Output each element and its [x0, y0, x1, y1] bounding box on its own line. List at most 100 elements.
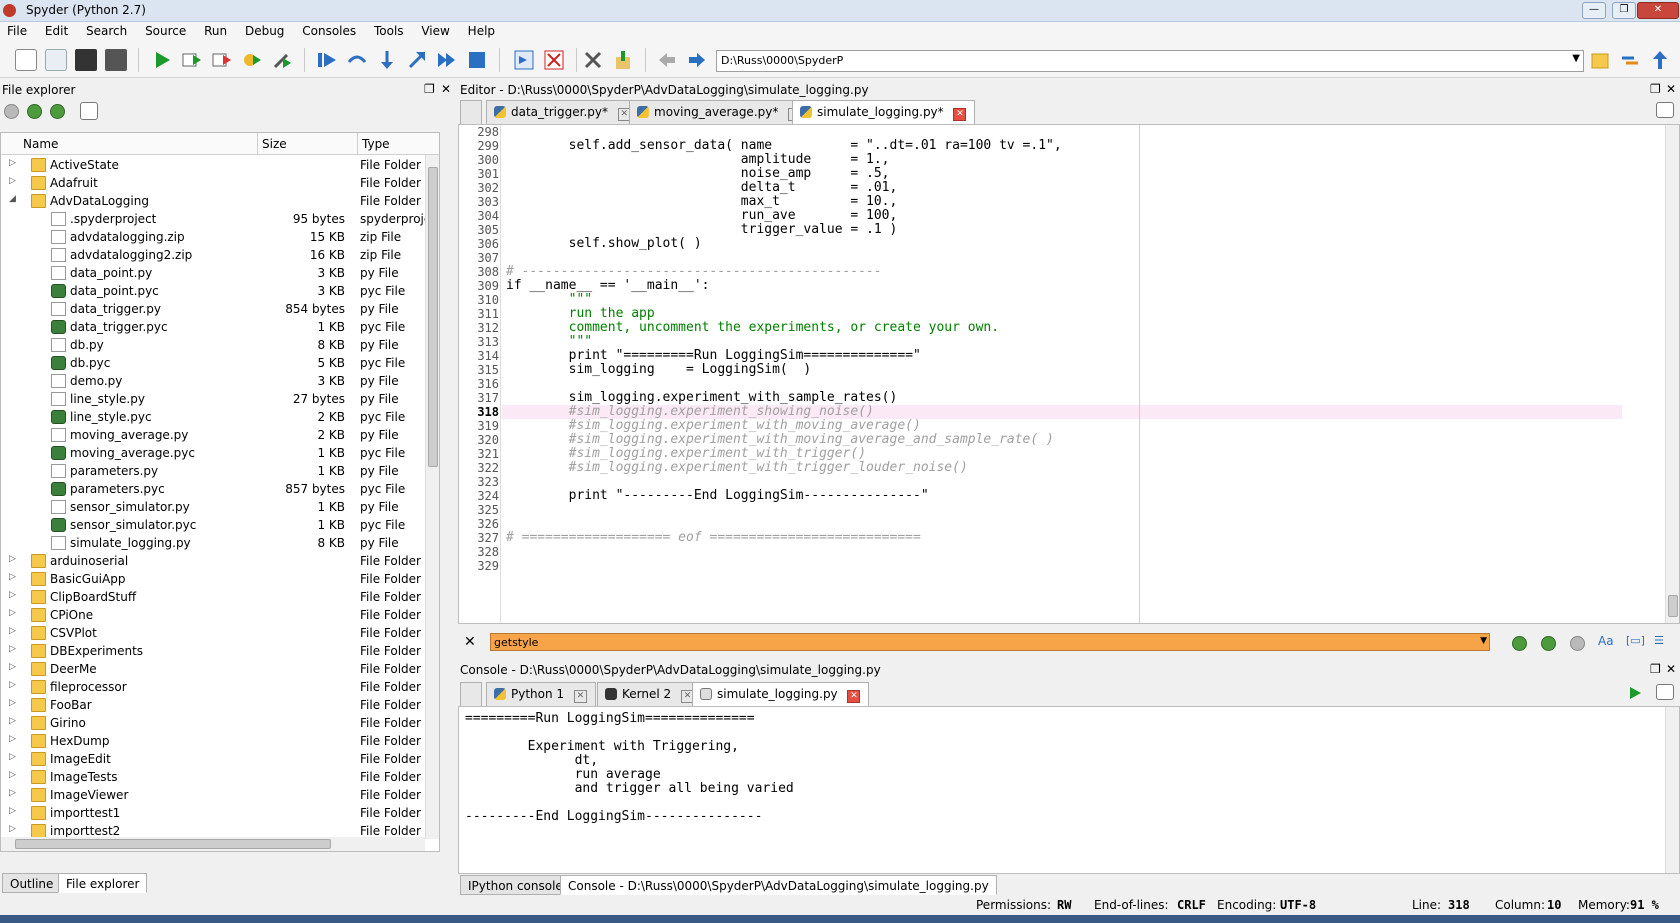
close-button[interactable]: ✕	[1637, 2, 1679, 19]
console-output[interactable]: =========Run LoggingSim============== Ex…	[458, 706, 1680, 874]
file-tree-row[interactable]: ▷ FooBar File Folder	[1, 696, 439, 714]
back-arrow-icon[interactable]	[656, 49, 678, 71]
collapsed-arrow-icon[interactable]: ▷	[9, 644, 16, 654]
collapsed-arrow-icon[interactable]: ▷	[9, 158, 16, 168]
file-tree-row[interactable]: ▷ ActiveState File Folder	[1, 156, 439, 174]
menu-view[interactable]: View	[414, 22, 456, 40]
whole-word-icon[interactable]: [▭]	[1626, 634, 1645, 647]
scroll-thumb[interactable]	[428, 167, 438, 467]
browse-tabs-icon[interactable]	[460, 100, 482, 124]
collapsed-arrow-icon[interactable]: ▷	[9, 806, 16, 816]
file-tree-row[interactable]: ▷ ImageViewer File Folder	[1, 786, 439, 804]
undock-icon[interactable]: ❐	[1650, 662, 1661, 676]
close-tab-icon[interactable]: ✕	[847, 690, 861, 703]
file-tree-hscroll[interactable]	[1, 837, 425, 851]
file-tree-row[interactable]: sensor_simulator.pyc 1 KB pyc File	[1, 516, 439, 534]
file-tree-vscroll[interactable]	[425, 155, 439, 839]
file-tree-row[interactable]: data_point.pyc 3 KB pyc File	[1, 282, 439, 300]
case-sensitive-icon[interactable]: Aa	[1598, 634, 1614, 648]
chevron-down-icon[interactable]: ▼	[1480, 636, 1487, 646]
file-tree-row[interactable]: moving_average.pyc 1 KB pyc File	[1, 444, 439, 462]
step-into-icon[interactable]	[376, 49, 398, 71]
collapsed-arrow-icon[interactable]: ▷	[9, 608, 16, 618]
close-pane-icon[interactable]: ✕	[1666, 82, 1676, 96]
file-tree-row[interactable]: db.pyc 5 KB pyc File	[1, 354, 439, 372]
column-divider[interactable]	[257, 133, 258, 155]
find-next-icon[interactable]	[1541, 636, 1556, 651]
file-tree-row[interactable]: ▷ fileprocessor File Folder	[1, 678, 439, 696]
save-all-icon[interactable]	[105, 49, 127, 71]
fullscreen-icon[interactable]	[543, 49, 565, 71]
file-tree-row[interactable]: line_style.pyc 2 KB pyc File	[1, 408, 439, 426]
file-tree-row[interactable]: .spyderproject95 bytesspyderproject F	[1, 210, 439, 228]
forward-icon[interactable]	[27, 104, 42, 119]
collapsed-arrow-icon[interactable]: ▷	[9, 572, 16, 582]
tab-simulate-logging-console[interactable]: simulate_logging.py ✕	[692, 682, 870, 707]
continue-icon[interactable]	[436, 49, 458, 71]
console-options-icon[interactable]	[1656, 684, 1674, 700]
file-tree-row[interactable]: db.py 8 KB py File	[1, 336, 439, 354]
column-name[interactable]: Name	[23, 137, 58, 151]
maximize-pane-icon[interactable]	[513, 49, 535, 71]
collapsed-arrow-icon[interactable]: ▷	[9, 734, 16, 744]
close-pane-icon[interactable]: ✕	[1666, 662, 1676, 676]
file-tree-row[interactable]: moving_average.py 2 KB py File	[1, 426, 439, 444]
file-tree-row[interactable]: ▷ Adafruit File Folder	[1, 174, 439, 192]
preferences-icon[interactable]	[582, 49, 604, 71]
set-cwd-icon[interactable]	[1619, 49, 1641, 71]
parent-icon[interactable]	[50, 104, 65, 119]
file-tree-row[interactable]: ▷ ImageTests File Folder	[1, 768, 439, 786]
collapsed-arrow-icon[interactable]: ▷	[9, 590, 16, 600]
file-tree-row[interactable]: ▷ Girino File Folder	[1, 714, 439, 732]
file-tree-row[interactable]: simulate_logging.py 8 KB py File	[1, 534, 439, 552]
column-type[interactable]: Type	[362, 137, 390, 151]
maximize-button[interactable]: ❐	[1612, 2, 1636, 19]
close-tab-icon[interactable]: ✕	[573, 690, 587, 703]
file-tree-row[interactable]: ▷ CPiOne File Folder	[1, 606, 439, 624]
file-tree-row[interactable]: ▷ HexDump File Folder	[1, 732, 439, 750]
collapsed-arrow-icon[interactable]: ▷	[9, 176, 16, 186]
run-console-icon[interactable]	[1628, 686, 1642, 700]
file-tree-row[interactable]: data_trigger.pyc 1 KB pyc File	[1, 318, 439, 336]
menu-debug[interactable]: Debug	[238, 22, 291, 40]
forward-arrow-icon[interactable]	[686, 49, 708, 71]
stop-debug-icon[interactable]	[466, 49, 488, 71]
expanded-arrow-icon[interactable]: ◢	[9, 194, 16, 204]
menu-run[interactable]: Run	[197, 22, 234, 40]
file-tree-row[interactable]: data_point.py 3 KB py File	[1, 264, 439, 282]
file-tree-row[interactable]: line_style.py 27 bytes py File	[1, 390, 439, 408]
file-tree-row[interactable]: ▷ importtest1 File Folder	[1, 804, 439, 822]
file-tree-row[interactable]: parameters.pyc 857 bytes pyc File	[1, 480, 439, 498]
regex-icon[interactable]	[1570, 636, 1585, 651]
file-tree-row[interactable]: advdatalogging2.zip 16 KB zip File	[1, 246, 439, 264]
menu-edit[interactable]: Edit	[38, 22, 75, 40]
working-directory-combo[interactable]: D:\Russ\0000\SpyderP ▼	[716, 50, 1584, 72]
rerun-icon[interactable]	[211, 49, 233, 71]
column-divider[interactable]	[357, 133, 358, 155]
tab-ipython-console[interactable]: IPython console	[460, 875, 571, 895]
find-input[interactable]: getstyle ▼	[490, 633, 1490, 651]
file-tree-row[interactable]: sensor_simulator.py 1 KB py File	[1, 498, 439, 516]
console-vscroll[interactable]	[1665, 707, 1679, 873]
debug-settings-icon[interactable]	[271, 49, 293, 71]
collapsed-arrow-icon[interactable]: ▷	[9, 824, 16, 834]
file-tree-row[interactable]: demo.py 3 KB py File	[1, 372, 439, 390]
undock-icon[interactable]: ❐	[1650, 82, 1661, 96]
collapsed-arrow-icon[interactable]: ▷	[9, 716, 16, 726]
step-return-icon[interactable]	[406, 49, 428, 71]
debug-icon[interactable]	[316, 49, 338, 71]
collapsed-arrow-icon[interactable]: ▷	[9, 554, 16, 564]
file-tree-row[interactable]: ▷ DBExperiments File Folder	[1, 642, 439, 660]
file-tree-row[interactable]: parameters.py 1 KB py File	[1, 462, 439, 480]
file-tree-row[interactable]: ▷ DeerMe File Folder	[1, 660, 439, 678]
scroll-thumb[interactable]	[15, 839, 331, 849]
tab-file-explorer[interactable]: File explorer	[58, 873, 148, 893]
parent-directory-icon[interactable]	[1649, 49, 1671, 71]
collapsed-arrow-icon[interactable]: ▷	[9, 680, 16, 690]
run-file-config-icon[interactable]	[181, 49, 203, 71]
menu-source[interactable]: Source	[138, 22, 193, 40]
collapsed-arrow-icon[interactable]: ▷	[9, 788, 16, 798]
open-file-icon[interactable]	[45, 49, 67, 71]
file-tree-row[interactable]: ◢ AdvDataLogging File Folder	[1, 192, 439, 210]
run-selection-icon[interactable]	[241, 49, 263, 71]
